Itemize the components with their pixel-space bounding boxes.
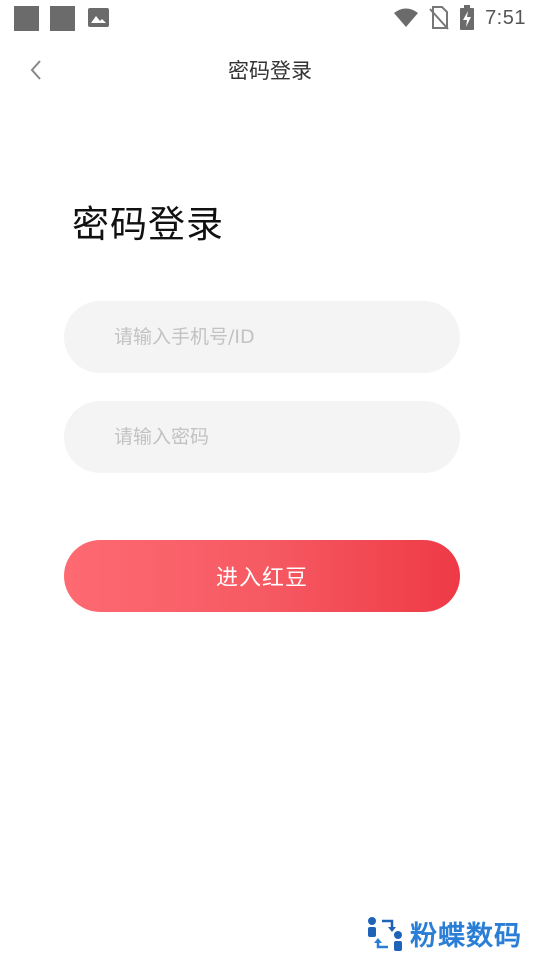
password-input[interactable] — [64, 401, 460, 473]
battery-charging-icon — [460, 5, 475, 30]
phone-id-input[interactable] — [64, 301, 460, 373]
no-sim-icon — [429, 6, 449, 30]
watermark-text: 粉蝶数码 — [410, 921, 522, 952]
status-bar: 7:51 — [0, 0, 540, 36]
notification-square-icon — [50, 6, 75, 31]
status-time: 7:51 — [485, 6, 526, 29]
enter-button[interactable]: 进入红豆 — [64, 540, 460, 612]
login-heading: 密码登录 — [72, 203, 224, 246]
notification-square-icon — [14, 6, 39, 31]
transfer-logo-icon — [368, 916, 402, 951]
image-icon — [88, 8, 109, 27]
status-icons: 7:51 — [393, 5, 526, 31]
page-title: 密码登录 — [228, 59, 312, 83]
wifi-icon — [394, 8, 419, 27]
watermark-logo: 粉蝶数码 — [366, 914, 522, 953]
